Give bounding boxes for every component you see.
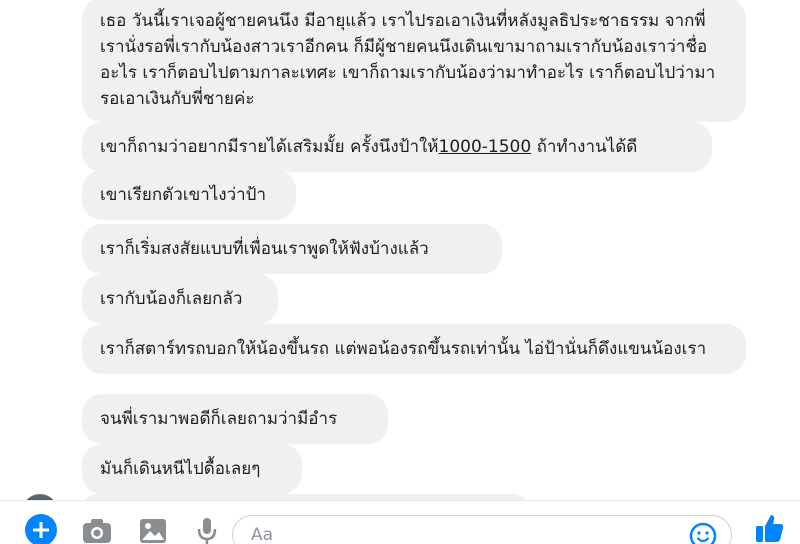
message-thread: เธอ วันนี้เราเจอผู้ชายคนนึง มีอายุแล้ว เ… bbox=[0, 0, 800, 500]
message-input[interactable] bbox=[249, 522, 673, 544]
message-text: เราก็เริ่มสงสัยแบบที่เพื่อนเราพูดให้ฟังบ… bbox=[100, 239, 429, 259]
message-bubble[interactable]: เธอ วันนี้เราเจอผู้ชายคนนึง มีอายุแล้ว เ… bbox=[82, 0, 746, 122]
message-text: เขาก็ถามว่าอยากมีรายได้เสริมมั้ย ครั้งนึ… bbox=[100, 137, 439, 157]
message-bubble[interactable]: เรากับน้องก็เลยกลัว bbox=[82, 274, 278, 324]
message-text: จนพี่เรามาพอดีก็เลยถามว่ามีอำร bbox=[100, 409, 338, 429]
message-underlined-amount: 1000-1500 bbox=[438, 137, 532, 157]
message-bubble[interactable]: จนพี่เรามาพอดีก็เลยถามว่ามีอำร bbox=[82, 394, 388, 444]
plus-icon[interactable] bbox=[24, 513, 58, 544]
camera-icon[interactable] bbox=[80, 513, 114, 544]
message-bubble[interactable]: เราก็เริ่มสงสัยแบบที่เพื่อนเราพูดให้ฟังบ… bbox=[82, 224, 502, 274]
thumbs-up-icon[interactable] bbox=[752, 511, 786, 544]
message-text: เราก็สตาร์ทรถบอกให้น้องขึ้นรถ แต่พอน้องร… bbox=[100, 339, 707, 359]
message-composer bbox=[0, 500, 800, 544]
microphone-icon[interactable] bbox=[190, 513, 224, 544]
smiley-icon[interactable] bbox=[689, 522, 717, 544]
message-input-box[interactable] bbox=[232, 515, 732, 544]
message-bubble[interactable]: มันก็เดินหนีไปดื้อเลยๆ bbox=[82, 444, 302, 494]
message-text: เขาเรียกตัวเขาไงว่าป้า bbox=[100, 185, 267, 205]
message-text: มันก็เดินหนีไปดื้อเลยๆ bbox=[100, 459, 261, 479]
image-icon[interactable] bbox=[136, 513, 170, 544]
message-text: เธอ วันนี้เราเจอผู้ชายคนนึง มีอายุแล้ว เ… bbox=[100, 11, 716, 109]
message-bubble[interactable]: เขาก็ถามว่าอยากมีรายได้เสริมมั้ย ครั้งนึ… bbox=[82, 122, 712, 172]
message-text: ถ้าทำงานได้ดี bbox=[531, 137, 638, 157]
message-bubble[interactable]: เราก็สตาร์ทรถบอกให้น้องขึ้นรถ แต่พอน้องร… bbox=[82, 324, 746, 374]
message-text: เรากับน้องก็เลยกลัว bbox=[100, 289, 243, 309]
message-bubble[interactable]: เขาเรียกตัวเขาไงว่าป้า bbox=[82, 170, 296, 220]
